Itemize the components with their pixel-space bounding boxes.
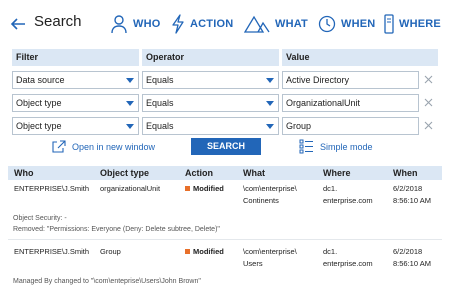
who-cell: ENTERPRISE\J.Smith (14, 184, 90, 193)
chevron-down-icon (266, 101, 274, 106)
value-column-header: Value (282, 49, 438, 66)
chevron-down-icon (266, 124, 274, 129)
what-cell-line2: Users (243, 259, 263, 268)
simple-mode-link[interactable]: Simple mode (299, 139, 373, 154)
remove-filter-button[interactable] (419, 117, 438, 135)
remove-filter-button[interactable] (419, 71, 438, 89)
operator-select-value: Equals (146, 98, 174, 108)
lightning-icon (172, 14, 184, 34)
filter-panel: Filter Operator Value Data source Equals… (12, 49, 438, 135)
simple-mode-label: Simple mode (320, 141, 373, 152)
value-field[interactable]: OrganizationalUnit (282, 94, 419, 112)
filter-header-row: Filter Operator Value (12, 49, 438, 66)
when-time-cell: 8:56:10 AM (393, 259, 431, 268)
chevron-down-icon (126, 78, 134, 83)
back-arrow-icon[interactable] (10, 16, 26, 32)
chevron-down-icon (126, 101, 134, 106)
filter-select[interactable]: Data source (12, 71, 139, 89)
results-header-row: Who Object type Action What Where When (8, 166, 442, 180)
filter-select[interactable]: Object type (12, 94, 139, 112)
modified-status-icon (185, 186, 190, 191)
when-column-header: When (393, 168, 418, 178)
external-window-icon (52, 140, 66, 153)
what-cell-line2: Continents (243, 196, 279, 205)
nav-who-label: WHO (133, 18, 161, 30)
where-cell-line1: dc1. (323, 184, 338, 193)
nav-where-label: WHERE (399, 18, 441, 30)
object-type-column-header: Object type (100, 168, 150, 178)
close-icon (424, 98, 433, 107)
operator-select[interactable]: Equals (142, 94, 279, 112)
when-time-cell: 8:56:10 AM (393, 196, 431, 205)
filter-row: Object type Equals Group (12, 117, 438, 135)
filter-select-value: Data source (16, 75, 65, 85)
operator-select-value: Equals (146, 75, 174, 85)
action-cell: Modified (185, 184, 224, 194)
top-bar: Search WHO ACTION WHAT WHEN WHERE (0, 0, 450, 48)
open-new-window-link[interactable]: Open in new window (52, 140, 155, 153)
nav-action[interactable]: ACTION (171, 12, 233, 36)
nav-where[interactable]: WHERE (384, 12, 441, 36)
action-text: Modified (193, 184, 224, 193)
modified-status-icon (185, 249, 190, 254)
row-detail-line: Object Security: - (13, 215, 67, 222)
close-icon (424, 121, 433, 130)
who-cell: ENTERPRISE\J.Smith (14, 247, 90, 256)
remove-filter-button[interactable] (419, 94, 438, 112)
object-type-cell: Group (100, 247, 121, 256)
search-button[interactable]: SEARCH (191, 138, 261, 155)
filter-select-value: Object type (16, 98, 62, 108)
value-field-text: Group (286, 121, 312, 131)
object-type-cell: organizationalUnit (100, 184, 161, 193)
when-date-cell: 6/2/2018 (393, 247, 423, 256)
filter-row: Data source Equals Active Directory (12, 71, 438, 89)
where-cell-line1: dc1. (323, 247, 338, 256)
nav-who[interactable]: WHO (110, 12, 160, 36)
filter-select-value: Object type (16, 121, 62, 131)
filter-column-header: Filter (12, 49, 139, 66)
value-field[interactable]: Active Directory (282, 71, 419, 89)
page-title: Search (34, 13, 82, 30)
operator-select[interactable]: Equals (142, 71, 279, 89)
filter-row: Object type Equals OrganizationalUnit (12, 94, 438, 112)
where-cell-line2: enterprise.com (323, 259, 373, 268)
operator-select-value: Equals (146, 121, 174, 131)
chevron-down-icon (266, 78, 274, 83)
open-new-window-label: Open in new window (72, 141, 156, 152)
value-field[interactable]: Group (282, 117, 419, 135)
chevron-down-icon (126, 124, 134, 129)
what-column-header: What (243, 168, 265, 178)
when-date-cell: 6/2/2018 (393, 184, 423, 193)
row-detail-line: Managed By changed to "\com\enteprise\Us… (13, 278, 201, 285)
who-column-header: Who (14, 168, 34, 178)
server-icon (384, 14, 394, 34)
nav-what-label: WHAT (275, 18, 308, 30)
person-icon (111, 15, 127, 34)
close-icon (424, 75, 433, 84)
nav-when-label: WHEN (341, 18, 376, 30)
where-column-header: Where (323, 168, 351, 178)
operator-select[interactable]: Equals (142, 117, 279, 135)
row-divider (8, 239, 442, 240)
action-text: Modified (193, 247, 224, 256)
clock-icon (318, 15, 336, 33)
value-field-text: Active Directory (286, 75, 350, 85)
filter-select[interactable]: Object type (12, 117, 139, 135)
what-cell-line1: \com\enterprise\ (243, 247, 297, 256)
value-field-text: OrganizationalUnit (286, 98, 361, 108)
action-cell: Modified (185, 247, 224, 257)
nav-action-label: ACTION (190, 18, 234, 30)
action-bar: Open in new window SEARCH Simple mode (0, 138, 450, 158)
nav-when[interactable]: WHEN (318, 12, 375, 36)
where-cell-line2: enterprise.com (323, 196, 373, 205)
what-cell-line1: \com\enterprise\ (243, 184, 297, 193)
action-column-header: Action (185, 168, 213, 178)
triangle-shapes-icon (244, 15, 270, 33)
list-mode-icon (299, 139, 313, 154)
nav-what[interactable]: WHAT (244, 12, 308, 36)
row-detail-line: Removed: "Permissions: Everyone (Deny: D… (13, 226, 220, 233)
operator-column-header: Operator (142, 49, 279, 66)
